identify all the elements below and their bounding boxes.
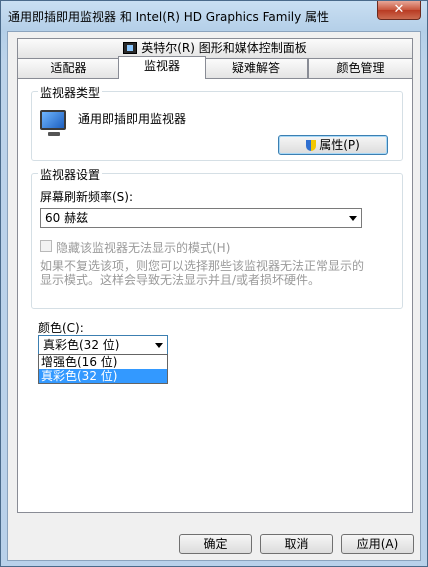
- tab-label: 英特尔(R) 图形和媒体控制面板: [141, 41, 307, 55]
- title-bar[interactable]: 通用即插即用监视器 和 Intel(R) HD Graphics Family …: [1, 1, 427, 31]
- tab-label: 适配器: [50, 61, 87, 75]
- properties-button[interactable]: 属性(P): [278, 135, 388, 155]
- refresh-rate-select[interactable]: 60 赫兹: [40, 208, 362, 228]
- monitor-settings-group: 监视器设置 屏幕刷新频率(S): 60 赫兹 隐藏该监视器无法显示的模式(H) …: [31, 166, 403, 309]
- button-label: 属性(P): [319, 138, 360, 152]
- tab-monitor[interactable]: 监视器: [118, 56, 206, 79]
- close-button[interactable]: ✕: [377, 1, 421, 20]
- group-label: 监视器设置: [38, 166, 103, 183]
- tab-label: 监视器: [143, 59, 180, 73]
- dropdown-option-16bit[interactable]: 增强色(16 位): [39, 355, 167, 369]
- hint-text-line2: 显示模式。这样会导致无法显示并且/或者损坏硬件。: [40, 273, 321, 287]
- tab-adapter[interactable]: 适配器: [17, 58, 120, 78]
- group-label: 监视器类型: [38, 84, 103, 101]
- dialog-window: 通用即插即用监视器 和 Intel(R) HD Graphics Family …: [0, 0, 428, 567]
- chevron-down-icon: [349, 216, 357, 221]
- tab-label: 疑难解答: [231, 61, 280, 75]
- hide-modes-label: 隐藏该监视器无法显示的模式(H): [56, 241, 231, 255]
- apply-button[interactable]: 应用(A): [341, 534, 414, 554]
- hide-modes-checkbox[interactable]: [40, 240, 52, 252]
- window-title: 通用即插即用监视器 和 Intel(R) HD Graphics Family …: [8, 10, 330, 24]
- dropdown-option-32bit[interactable]: 真彩色(32 位): [39, 369, 167, 383]
- tab-intel-graphics[interactable]: 英特尔(R) 图形和媒体控制面板: [17, 38, 413, 58]
- chevron-down-icon: [155, 343, 163, 348]
- monitor-icon: [40, 110, 66, 130]
- refresh-rate-label: 屏幕刷新频率(S):: [40, 190, 134, 204]
- monitor-type-group: 监视器类型 通用即插即用监视器 属性(P): [31, 84, 403, 161]
- cancel-button[interactable]: 取消: [260, 534, 333, 554]
- tab-troubleshoot[interactable]: 疑难解答: [204, 58, 308, 78]
- colors-select[interactable]: 真彩色(32 位): [38, 335, 168, 355]
- colors-dropdown-list: 增强色(16 位) 真彩色(32 位): [38, 354, 168, 384]
- monitor-name: 通用即插即用监视器: [78, 112, 187, 126]
- select-value: 60 赫兹: [45, 211, 89, 225]
- ok-button[interactable]: 确定: [179, 534, 252, 554]
- monitor-tab-panel: 监视器类型 通用即插即用监视器 属性(P) 监视器设置 屏幕刷新频率(S): 6…: [17, 78, 413, 513]
- tab-label: 颜色管理: [336, 61, 385, 75]
- monitor-stand-icon: [48, 132, 60, 136]
- uac-shield-icon: [306, 140, 317, 151]
- tab-color-management[interactable]: 颜色管理: [308, 58, 413, 78]
- colors-label: 颜色(C):: [38, 321, 84, 335]
- intel-graphics-icon: [123, 42, 138, 54]
- select-value: 真彩色(32 位): [43, 338, 120, 352]
